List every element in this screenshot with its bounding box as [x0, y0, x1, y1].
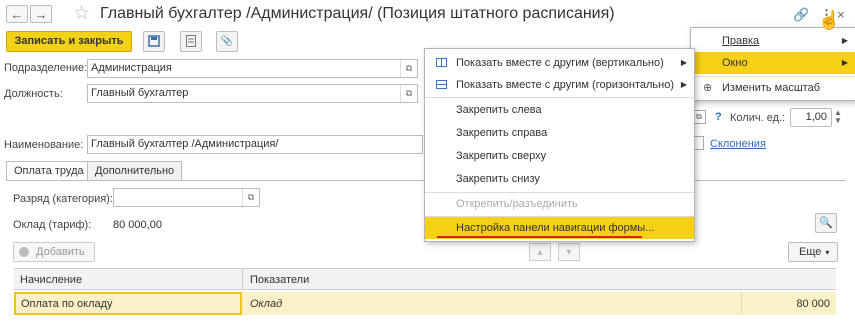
move-down-icon[interactable]: ▼ — [558, 243, 580, 261]
arrow-left-icon: ← — [10, 7, 24, 22]
menu-item-show-vertical[interactable]: Показать вместе с другим (вертикально) ▶ — [425, 52, 694, 74]
search-icon: 🔍 — [819, 217, 833, 229]
accrual-value: Оплата по окладу — [21, 298, 113, 310]
column-divider — [242, 269, 243, 289]
hand-cursor-icon: ☝ — [818, 10, 841, 30]
menu-item-label: Закрепить снизу — [456, 173, 540, 185]
column-indicators[interactable]: Показатели — [250, 274, 309, 286]
menu-item-show-horizontal[interactable]: Показать вместе с другим (горизонтально)… — [425, 74, 694, 96]
amount-value: 80 000 — [796, 298, 830, 310]
menu-item-dock-top[interactable]: Закрепить сверху — [425, 145, 694, 167]
menu-item-window[interactable]: Окно ▶ — [691, 52, 855, 74]
document-list-icon[interactable] — [180, 31, 202, 52]
name-value: Главный бухгалтер /Администрация/ — [91, 138, 279, 150]
menu-item-label: Открепить/разъединить — [456, 198, 578, 210]
position-value: Главный бухгалтер — [91, 87, 189, 99]
link-icon[interactable]: 🔗 — [793, 7, 809, 23]
name-label: Наименование: — [4, 139, 84, 151]
menu-item-label: Закрепить сверху — [456, 150, 547, 162]
chevron-right-icon: ▶ — [680, 58, 687, 67]
menu-item-nav-panel-settings[interactable]: Настройка панели навигации формы... — [425, 217, 694, 239]
split-horizontal-icon — [436, 80, 447, 89]
chevron-right-icon: ▶ — [841, 36, 848, 45]
zoom-icon: ⊕ — [703, 82, 713, 94]
menu-item-label: Показать вместе с другим (вертикально) — [456, 57, 664, 69]
page-title: Главный бухгалтер /Администрация/ (Позиц… — [100, 5, 615, 22]
table-row[interactable]: Оплата по окладу Оклад 80 000 — [14, 292, 836, 315]
more-label: Еще — [799, 246, 822, 258]
menu-item-label: Окно — [722, 57, 748, 69]
open-icon[interactable]: ⧉ — [242, 189, 259, 206]
department-value: Администрация — [91, 62, 172, 74]
open-icon[interactable]: ⧉ — [400, 85, 417, 102]
menu-item-label: Правка — [722, 35, 760, 47]
chevron-down-icon: ▾ — [825, 248, 830, 257]
window-menu: Показать вместе с другим (вертикально) ▶… — [424, 48, 695, 242]
department-label: Подразделение: — [4, 62, 88, 74]
name-field[interactable]: Главный бухгалтер /Администрация/ — [87, 135, 423, 154]
add-icon — [19, 247, 29, 257]
qty-label: Колич. ед.: — [730, 112, 786, 124]
stepper-icon[interactable]: ▲ ▼ — [834, 109, 842, 125]
move-up-icon[interactable]: ▲ — [529, 243, 551, 261]
qty-value: 1,00 — [805, 111, 827, 123]
position-field[interactable]: Главный бухгалтер ⧉ — [87, 84, 418, 103]
tab-additional[interactable]: Дополнительно — [87, 161, 183, 181]
star-icon[interactable]: ☆ — [73, 2, 90, 25]
menu-item-edit[interactable]: Правка ▶ — [691, 30, 855, 52]
menu-item-label: Закрепить слева — [456, 104, 542, 116]
menu-item-undock: Открепить/разъединить — [425, 193, 694, 215]
position-label: Должность: — [4, 88, 63, 100]
column-accrual[interactable]: Начисление — [20, 274, 82, 286]
cell-divider — [741, 292, 742, 315]
indicator-value: Оклад — [250, 298, 283, 310]
main-menu: Правка ▶ Окно ▶ ⊕ Изменить масштаб — [690, 27, 855, 101]
chevron-right-icon: ▶ — [841, 58, 848, 67]
add-label: Добавить — [36, 246, 85, 258]
more-button[interactable]: Еще ▾ — [788, 242, 838, 262]
qty-field[interactable]: 1,00 — [790, 108, 832, 127]
back-button[interactable]: ← — [6, 5, 28, 23]
menu-item-dock-right[interactable]: Закрепить справа — [425, 122, 694, 144]
arrow-right-icon: → — [34, 7, 48, 22]
save-icon[interactable] — [143, 31, 165, 52]
department-field[interactable]: Администрация ⧉ — [87, 59, 418, 78]
accrual-cell[interactable]: Оплата по окладу — [14, 292, 242, 315]
menu-item-label: Закрепить справа — [456, 127, 548, 139]
salary-label: Оклад (тариф): — [13, 219, 92, 231]
paperclip-icon[interactable]: 📎 — [216, 31, 238, 52]
save-and-close-button[interactable]: Записать и закрыть — [6, 31, 132, 52]
menu-item-dock-left[interactable]: Закрепить слева — [425, 99, 694, 121]
add-button[interactable]: Добавить — [13, 242, 95, 262]
declension-link[interactable]: Склонения — [710, 138, 766, 150]
menu-separator — [425, 97, 694, 98]
search-button[interactable]: 🔍 — [815, 213, 837, 233]
help-icon[interactable]: ? — [715, 111, 722, 123]
chevron-right-icon: ▶ — [680, 80, 687, 89]
grade-field[interactable]: ⧉ — [113, 188, 260, 207]
salary-value: 80 000,00 — [113, 219, 162, 231]
table-header: Начисление Показатели — [14, 268, 836, 290]
split-vertical-icon — [436, 58, 447, 67]
open-icon[interactable]: ⧉ — [400, 60, 417, 77]
highlight-underline — [437, 236, 642, 238]
menu-item-label: Изменить масштаб — [722, 82, 821, 94]
forward-button[interactable]: → — [30, 5, 52, 23]
menu-item-label: Показать вместе с другим (горизонтально) — [456, 79, 675, 91]
grade-label: Разряд (категория): — [13, 193, 113, 205]
tab-pay[interactable]: Оплата труда — [6, 161, 92, 181]
menu-item-zoom[interactable]: ⊕ Изменить масштаб — [691, 77, 855, 99]
menu-item-dock-bottom[interactable]: Закрепить снизу — [425, 168, 694, 190]
